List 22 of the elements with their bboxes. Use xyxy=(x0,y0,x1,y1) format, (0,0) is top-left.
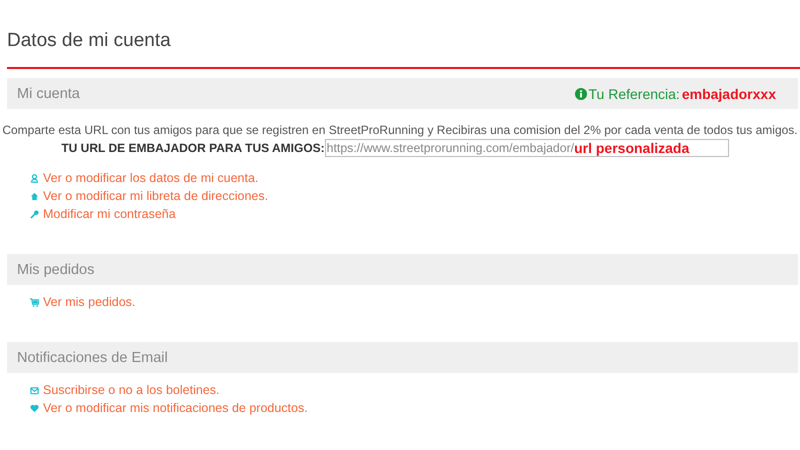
url-field[interactable]: https://www.streetprorunning.com/embajador/url personalizada xyxy=(324,139,729,157)
section-title: Notificaciones de Email xyxy=(17,350,168,366)
key-icon xyxy=(30,210,39,218)
home-icon xyxy=(30,192,39,200)
account-link[interactable]: Modificar mi contraseña xyxy=(43,207,176,221)
section-title: Mis pedidos xyxy=(17,262,94,278)
page-title: Datos de mi cuenta xyxy=(7,29,171,53)
account-link[interactable]: Ver o modificar mi libreta de direcciones. xyxy=(43,189,268,203)
account-link[interactable]: Ver o modificar los datos de mi cuenta. xyxy=(43,171,258,185)
reference-code: embajadorxxx xyxy=(682,86,776,102)
account-link[interactable]: Suscribirse o no a los boletines. xyxy=(43,383,220,397)
heart-icon xyxy=(30,404,39,412)
mail-icon xyxy=(30,386,39,394)
account-link[interactable]: Ver mis pedidos. xyxy=(43,295,136,309)
reference-label: Tu Referencia: xyxy=(588,86,680,102)
user-icon xyxy=(30,174,39,182)
info-icon xyxy=(574,88,587,100)
cart-icon xyxy=(30,298,39,306)
section-title: Mi cuenta xyxy=(17,86,80,102)
account-link[interactable]: Ver o modificar mis notificaciones de productos. xyxy=(43,401,308,415)
url-label: TU URL DE EMBAJADOR PARA TUS AMIGOS: xyxy=(61,141,325,155)
intro-text: Comparte esta URL con tus amigos para que se registren en StreetProRunning y Recibiras una comision del 2% por cada venta de todos tus amigos. xyxy=(1,123,799,137)
